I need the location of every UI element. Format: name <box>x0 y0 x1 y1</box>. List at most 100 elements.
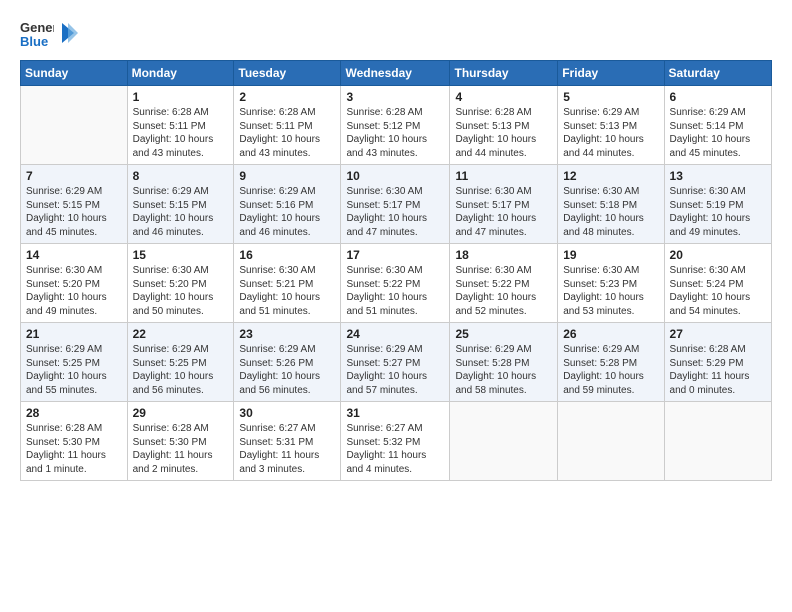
day-info: Sunrise: 6:30 AMSunset: 5:21 PMDaylight:… <box>239 264 335 318</box>
calendar-cell: 30 Sunrise: 6:27 AMSunset: 5:31 PMDayligh… <box>234 402 341 481</box>
col-header-sunday: Sunday <box>21 61 128 86</box>
day-number: 30 <box>239 406 335 420</box>
day-info: Sunrise: 6:27 AMSunset: 5:31 PMDaylight:… <box>239 422 335 476</box>
calendar-cell: 7Sunrise: 6:29 AMSunset: 5:15 PMDaylight… <box>21 165 128 244</box>
day-info: Sunrise: 6:28 AMSunset: 5:12 PMDaylight:… <box>346 106 444 160</box>
day-info: Sunrise: 6:28 AMSunset: 5:29 PMDaylight:… <box>670 343 766 397</box>
calendar-cell: 16 Sunrise: 6:30 AMSunset: 5:21 PMDayligh… <box>234 244 341 323</box>
day-number: 29 <box>133 406 229 420</box>
logo-icon: General Blue <box>20 16 54 50</box>
day-number: 19 <box>563 248 658 262</box>
day-number: 20 <box>670 248 766 262</box>
day-info: Sunrise: 6:30 AMSunset: 5:20 PMDaylight:… <box>26 264 122 318</box>
day-info: Sunrise: 6:30 AMSunset: 5:19 PMDaylight:… <box>670 185 766 239</box>
day-number: 14 <box>26 248 122 262</box>
day-info: Sunrise: 6:28 AMSunset: 5:30 PMDaylight:… <box>133 422 229 476</box>
col-header-monday: Monday <box>127 61 234 86</box>
page-header: General Blue <box>20 16 772 50</box>
day-info: Sunrise: 6:30 AMSunset: 5:18 PMDaylight:… <box>563 185 658 239</box>
day-number: 1 <box>133 90 229 104</box>
day-info: Sunrise: 6:29 AMSunset: 5:28 PMDaylight:… <box>455 343 552 397</box>
day-number: 15 <box>133 248 229 262</box>
col-header-friday: Friday <box>558 61 664 86</box>
calendar-cell: 4 Sunrise: 6:28 AMSunset: 5:13 PMDaylight… <box>450 86 558 165</box>
day-number: 17 <box>346 248 444 262</box>
day-info: Sunrise: 6:28 AMSunset: 5:13 PMDaylight:… <box>455 106 552 160</box>
day-number: 24 <box>346 327 444 341</box>
calendar-cell: 14 Sunrise: 6:30 AMSunset: 5:20 PMDayligh… <box>21 244 128 323</box>
calendar-cell: 3 Sunrise: 6:28 AMSunset: 5:12 PMDaylight… <box>341 86 450 165</box>
day-info: Sunrise: 6:30 AMSunset: 5:24 PMDaylight:… <box>670 264 766 318</box>
day-info: Sunrise: 6:29 AMSunset: 5:13 PMDaylight:… <box>563 106 658 160</box>
day-info: Sunrise: 6:28 AMSunset: 5:11 PMDaylight:… <box>133 106 229 160</box>
calendar-header-row: SundayMondayTuesdayWednesdayThursdayFrid… <box>21 61 772 86</box>
day-info: Sunrise: 6:30 AMSunset: 5:23 PMDaylight:… <box>563 264 658 318</box>
calendar-cell: 31 Sunrise: 6:27 AMSunset: 5:32 PMDayligh… <box>341 402 450 481</box>
calendar-week-row: 14 Sunrise: 6:30 AMSunset: 5:20 PMDayligh… <box>21 244 772 323</box>
day-number: 10 <box>346 169 444 183</box>
day-info: Sunrise: 6:30 AMSunset: 5:22 PMDaylight:… <box>455 264 552 318</box>
calendar-week-row: 28 Sunrise: 6:28 AMSunset: 5:30 PMDayligh… <box>21 402 772 481</box>
calendar-week-row: 7Sunrise: 6:29 AMSunset: 5:15 PMDaylight… <box>21 165 772 244</box>
day-info: Sunrise: 6:29 AMSunset: 5:25 PMDaylight:… <box>26 343 122 397</box>
day-info: Sunrise: 6:29 AMSunset: 5:26 PMDaylight:… <box>239 343 335 397</box>
calendar-cell <box>21 86 128 165</box>
day-info: Sunrise: 6:29 AMSunset: 5:28 PMDaylight:… <box>563 343 658 397</box>
day-number: 9 <box>239 169 335 183</box>
svg-text:Blue: Blue <box>20 34 48 49</box>
calendar-week-row: 1 Sunrise: 6:28 AMSunset: 5:11 PMDaylight… <box>21 86 772 165</box>
day-number: 31 <box>346 406 444 420</box>
day-number: 3 <box>346 90 444 104</box>
calendar-cell: 26Sunrise: 6:29 AMSunset: 5:28 PMDayligh… <box>558 323 664 402</box>
day-info: Sunrise: 6:28 AMSunset: 5:11 PMDaylight:… <box>239 106 335 160</box>
arrow-logo-icon <box>58 19 78 47</box>
day-info: Sunrise: 6:29 AMSunset: 5:14 PMDaylight:… <box>670 106 766 160</box>
day-info: Sunrise: 6:29 AMSunset: 5:15 PMDaylight:… <box>26 185 122 239</box>
day-info: Sunrise: 6:27 AMSunset: 5:32 PMDaylight:… <box>346 422 444 476</box>
day-info: Sunrise: 6:29 AMSunset: 5:15 PMDaylight:… <box>133 185 229 239</box>
calendar-cell: 15 Sunrise: 6:30 AMSunset: 5:20 PMDayligh… <box>127 244 234 323</box>
day-number: 18 <box>455 248 552 262</box>
calendar-cell: 6Sunrise: 6:29 AMSunset: 5:14 PMDaylight… <box>664 86 771 165</box>
day-number: 28 <box>26 406 122 420</box>
calendar-cell: 2Sunrise: 6:28 AMSunset: 5:11 PMDaylight… <box>234 86 341 165</box>
day-number: 12 <box>563 169 658 183</box>
calendar-cell: 28Sunrise: 6:28 AMSunset: 5:30 PMDayligh… <box>21 402 128 481</box>
day-info: Sunrise: 6:29 AMSunset: 5:16 PMDaylight:… <box>239 185 335 239</box>
calendar-cell: 21Sunrise: 6:29 AMSunset: 5:25 PMDayligh… <box>21 323 128 402</box>
calendar-week-row: 21Sunrise: 6:29 AMSunset: 5:25 PMDayligh… <box>21 323 772 402</box>
calendar-cell: 19 Sunrise: 6:30 AMSunset: 5:23 PMDayligh… <box>558 244 664 323</box>
calendar-cell: 10 Sunrise: 6:30 AMSunset: 5:17 PMDayligh… <box>341 165 450 244</box>
calendar-cell: 25 Sunrise: 6:29 AMSunset: 5:28 PMDayligh… <box>450 323 558 402</box>
day-number: 25 <box>455 327 552 341</box>
day-number: 5 <box>563 90 658 104</box>
calendar-cell: 9 Sunrise: 6:29 AMSunset: 5:16 PMDaylight… <box>234 165 341 244</box>
col-header-wednesday: Wednesday <box>341 61 450 86</box>
calendar-cell <box>664 402 771 481</box>
day-number: 23 <box>239 327 335 341</box>
day-number: 27 <box>670 327 766 341</box>
day-info: Sunrise: 6:30 AMSunset: 5:20 PMDaylight:… <box>133 264 229 318</box>
calendar-cell: 23 Sunrise: 6:29 AMSunset: 5:26 PMDayligh… <box>234 323 341 402</box>
day-number: 22 <box>133 327 229 341</box>
calendar-cell: 13 Sunrise: 6:30 AMSunset: 5:19 PMDayligh… <box>664 165 771 244</box>
day-info: Sunrise: 6:30 AMSunset: 5:17 PMDaylight:… <box>346 185 444 239</box>
calendar-cell: 12 Sunrise: 6:30 AMSunset: 5:18 PMDayligh… <box>558 165 664 244</box>
day-info: Sunrise: 6:30 AMSunset: 5:22 PMDaylight:… <box>346 264 444 318</box>
day-number: 11 <box>455 169 552 183</box>
col-header-tuesday: Tuesday <box>234 61 341 86</box>
logo: General Blue <box>20 16 78 50</box>
day-number: 4 <box>455 90 552 104</box>
calendar-cell: 27 Sunrise: 6:28 AMSunset: 5:29 PMDayligh… <box>664 323 771 402</box>
col-header-thursday: Thursday <box>450 61 558 86</box>
calendar-cell: 22 Sunrise: 6:29 AMSunset: 5:25 PMDayligh… <box>127 323 234 402</box>
day-number: 13 <box>670 169 766 183</box>
calendar-cell: 1 Sunrise: 6:28 AMSunset: 5:11 PMDaylight… <box>127 86 234 165</box>
day-info: Sunrise: 6:30 AMSunset: 5:17 PMDaylight:… <box>455 185 552 239</box>
day-info: Sunrise: 6:29 AMSunset: 5:25 PMDaylight:… <box>133 343 229 397</box>
calendar-cell: 18 Sunrise: 6:30 AMSunset: 5:22 PMDayligh… <box>450 244 558 323</box>
day-number: 16 <box>239 248 335 262</box>
calendar-cell <box>558 402 664 481</box>
calendar-cell: 17 Sunrise: 6:30 AMSunset: 5:22 PMDayligh… <box>341 244 450 323</box>
calendar-cell: 8Sunrise: 6:29 AMSunset: 5:15 PMDaylight… <box>127 165 234 244</box>
